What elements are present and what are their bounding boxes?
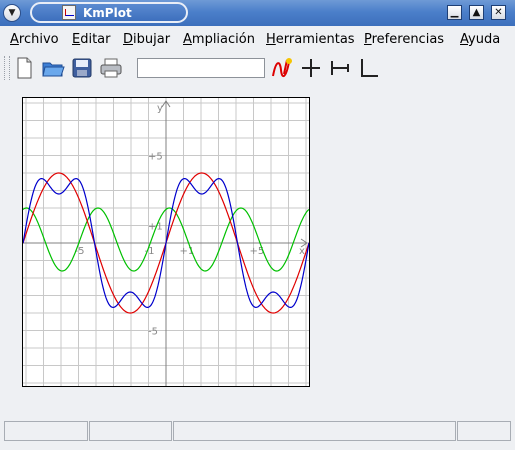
new-function-icon[interactable] [270, 56, 294, 80]
y-tick-label: +1 [148, 222, 163, 233]
function-plot[interactable]: x y -5 -1 +1 +5 +5 +1 -5 [22, 98, 310, 386]
close-button[interactable]: ✕ [491, 5, 506, 20]
menu-editar[interactable]: Editar [72, 32, 111, 48]
menu-label: rchivo [18, 32, 59, 47]
maximize-button[interactable]: ▲ [469, 5, 484, 20]
status-cell [4, 421, 88, 441]
menu-accel: E [72, 32, 81, 47]
status-cell [173, 421, 456, 441]
menu-accel: P [364, 32, 372, 47]
window-title: KmPlot [83, 6, 132, 20]
menu-label: referencias [371, 32, 445, 47]
menu-accel: H [266, 32, 276, 47]
menu-accel: D [123, 32, 134, 47]
menu-preferencias[interactable]: Preferencias [364, 32, 444, 48]
menu-herramientas[interactable]: Herramientas [266, 32, 355, 48]
main-toolbar [0, 53, 515, 83]
menu-label: yuda [468, 32, 501, 47]
menu-accel: A [183, 32, 192, 47]
kmplot-window: ▼ KmPlot ▁ ▲ ✕ Archivo Editar Dibujar Am… [0, 0, 515, 450]
status-cell [457, 421, 511, 441]
title-bar[interactable]: ▼ KmPlot ▁ ▲ ✕ [0, 0, 515, 26]
status-bar [0, 418, 515, 450]
y-tick-label: -5 [148, 327, 158, 338]
menu-ayuda[interactable]: Ayuda [460, 32, 500, 48]
menu-label: erramientas [275, 32, 355, 47]
y-tick-label: +5 [148, 152, 163, 163]
function-input[interactable] [137, 58, 265, 78]
kmplot-app-icon [62, 5, 76, 20]
status-cell [89, 421, 172, 441]
new-file-icon[interactable] [12, 56, 36, 80]
y-axis-label: y [157, 103, 163, 114]
menu-label: mpliación [191, 32, 255, 47]
menu-label: ditar [80, 32, 111, 47]
menu-archivo[interactable]: Archivo [10, 32, 59, 48]
menu-bar: Archivo Editar Dibujar Ampliación Herram… [0, 28, 515, 52]
print-icon[interactable] [99, 56, 123, 80]
plot-axes: x y [23, 100, 308, 386]
menu-dibujar[interactable]: Dibujar [123, 32, 170, 48]
menu-accel: A [10, 32, 19, 47]
minimize-button[interactable]: ▁ [447, 5, 462, 20]
x-axis-label: x [299, 246, 305, 257]
l-axis-tool-icon[interactable] [357, 56, 381, 80]
plot-area[interactable]: x y -5 -1 +1 +5 +5 +1 -5 [22, 97, 310, 387]
save-icon[interactable] [70, 56, 94, 80]
window-menu-button[interactable]: ▼ [3, 4, 21, 22]
menu-ampliacion[interactable]: Ampliación [183, 32, 255, 48]
toolbar-grip[interactable] [4, 56, 10, 80]
menu-accel: A [460, 32, 469, 47]
open-folder-icon[interactable] [41, 56, 65, 80]
menu-label: ibujar [133, 32, 171, 47]
h-axis-tool-icon[interactable] [328, 56, 352, 80]
crosshair-icon[interactable] [299, 56, 323, 80]
title-pill: KmPlot [30, 2, 188, 23]
